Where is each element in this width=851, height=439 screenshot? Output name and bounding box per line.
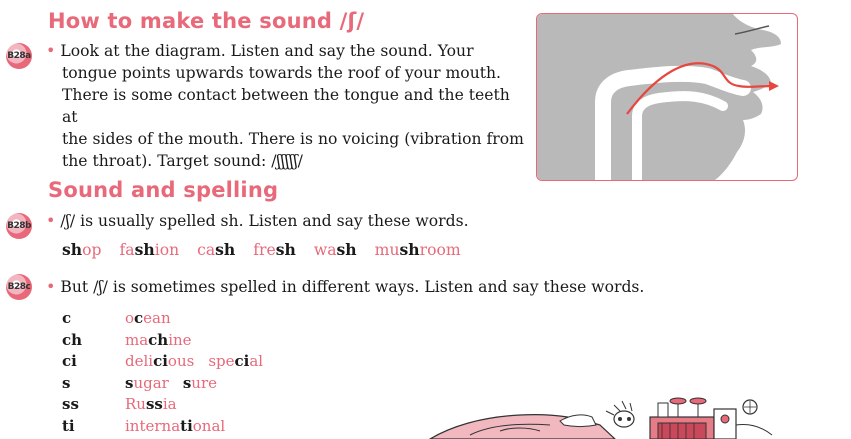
cd-icon[interactable]: B28a	[6, 43, 32, 69]
spelling-row: ti international	[62, 416, 277, 438]
cd-icon[interactable]: B28b	[6, 213, 32, 239]
heading-sound-and-spelling: Sound and spelling	[48, 178, 279, 202]
heading-how-to-make-sound: How to make the sound /ʃ/	[48, 9, 365, 33]
instruction-paragraph: • Look at the diagram. Listen and say th…	[46, 40, 526, 172]
spelling-examples: machine	[125, 330, 206, 352]
spelling-pattern: ci	[62, 352, 77, 370]
spelling-pattern: ti	[62, 416, 75, 435]
spelling-row: ss Russia	[62, 394, 277, 416]
spelling-examples: international	[125, 416, 239, 438]
example-word: wash	[313, 240, 357, 259]
example-word: ocean	[125, 309, 171, 327]
text-line: the sides of the mouth. There is no voic…	[62, 130, 524, 148]
intro-c: • But /ʃ/ is sometimes spelled in differ…	[46, 277, 645, 296]
text-line: the throat). Target sound: /ʃʃʃʃʃ/	[62, 152, 303, 170]
text-line: tongue points upwards towards the roof o…	[62, 64, 502, 82]
word-list-b: shop fashion cash fresh wash mushroom	[62, 240, 479, 259]
cd-icon[interactable]: B28c	[6, 274, 32, 300]
spelling-examples: sugar sure	[125, 373, 231, 395]
example-word: sugar	[125, 373, 169, 392]
example-word: fashion	[119, 240, 180, 259]
spelling-pattern: s	[62, 373, 71, 392]
mouth-diagram	[536, 13, 798, 181]
example-word: special	[208, 352, 264, 370]
example-word: cash	[197, 240, 236, 259]
text-line: There is some contact between the tongue…	[62, 86, 510, 126]
example-word: machine	[125, 330, 192, 349]
bullet: •	[46, 211, 56, 230]
spelling-examples: ocean	[125, 308, 185, 330]
spelling-pattern: ch	[62, 330, 83, 349]
mouth-cross-section-icon	[537, 14, 781, 180]
cartoon-illustration	[428, 397, 773, 439]
spelling-table: c ocean ch machine ci delicious special s sugar s…	[62, 308, 277, 437]
example-word: mushroom	[374, 240, 461, 259]
example-word: shop	[62, 240, 102, 259]
bullet: •	[46, 41, 56, 60]
spelling-examples: delicious special	[125, 351, 277, 373]
example-word: fresh	[253, 240, 296, 259]
example-word: Russia	[125, 395, 177, 413]
spelling-pattern: ss	[62, 395, 79, 413]
spelling-row: ci delicious special	[62, 351, 277, 373]
text-line: • Look at the diagram. Listen and say th…	[46, 41, 474, 60]
example-word: delicious	[125, 352, 195, 370]
spelling-row: ch machine	[62, 330, 277, 352]
spelling-row: s sugar sure	[62, 373, 277, 395]
spelling-pattern: c	[62, 309, 72, 327]
example-word: international	[125, 416, 226, 435]
bullet: •	[46, 277, 56, 296]
spelling-examples: Russia	[125, 394, 191, 416]
example-word: sure	[182, 373, 218, 392]
intro-b: • /ʃ/ is usually spelled sh. Listen and …	[46, 211, 469, 230]
spelling-row: c ocean	[62, 308, 277, 330]
